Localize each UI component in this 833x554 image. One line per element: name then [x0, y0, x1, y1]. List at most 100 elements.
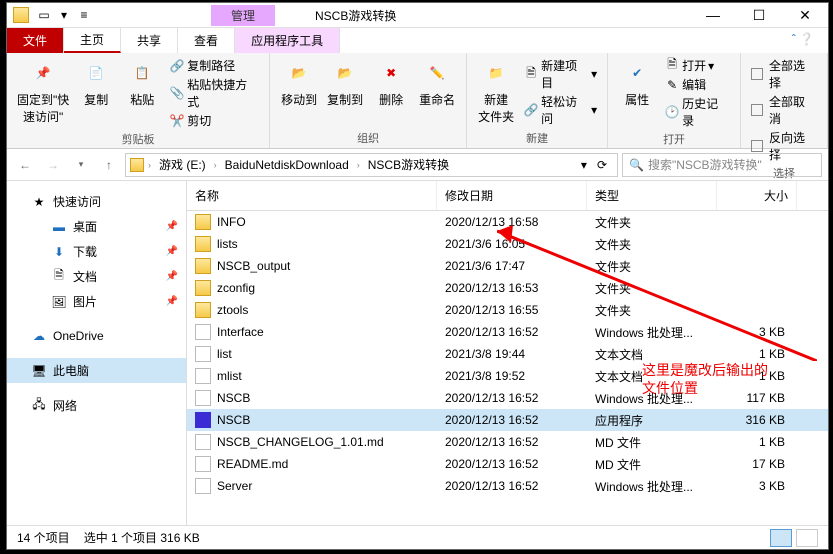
pin-icon: 📌 [166, 246, 178, 257]
sidebar-documents[interactable]: 🗎文档📌 [7, 264, 186, 289]
maximize-button[interactable]: ☐ [736, 3, 782, 28]
minimize-button[interactable]: — [690, 3, 736, 28]
pin-to-quick-access-button[interactable]: 📌固定到"快 速访问" [17, 57, 69, 125]
file-row[interactable]: zconfig2020/12/13 16:53文件夹 [187, 277, 828, 299]
details-view-button[interactable] [770, 529, 792, 547]
file-date: 2020/12/13 16:52 [437, 457, 587, 471]
delete-button[interactable]: ✖删除 [372, 57, 410, 108]
titlebar: ▭ ▾ ≡ 管理 NSCB游戏转换 — ☐ ✕ [7, 3, 828, 28]
rename-button[interactable]: ✏️重命名 [418, 57, 456, 108]
tab-share[interactable]: 共享 [121, 28, 178, 53]
file-icon [195, 478, 211, 494]
sidebar-network[interactable]: 🖧网络 [7, 393, 186, 418]
ribbon-group-organize: 组织 [357, 128, 379, 146]
ribbon: 📌固定到"快 速访问" 📄复制 📋粘贴 🔗复制路径 📎粘贴快捷方式 ✂️剪切 剪… [7, 53, 828, 149]
copy-path-button[interactable]: 🔗复制路径 [169, 57, 259, 74]
qat-properties-icon[interactable]: ▭ [37, 8, 51, 22]
sidebar-downloads[interactable]: ⬇下载📌 [7, 239, 186, 264]
pin-icon: 📌 [166, 271, 178, 282]
breadcrumb-segment[interactable]: 游戏 (E:) [155, 156, 210, 173]
qat-new-folder-icon[interactable]: ▾ [57, 8, 71, 22]
open-button[interactable]: 🗎打开 ▾ [664, 57, 730, 74]
file-row[interactable]: lists2021/3/6 16:05文件夹 [187, 233, 828, 255]
column-type[interactable]: 类型 [587, 181, 717, 210]
file-row[interactable]: README.md2020/12/13 16:52MD 文件17 KB [187, 453, 828, 475]
contextual-tab-header: 管理 [211, 5, 275, 26]
select-none-button[interactable]: 全部取消 [751, 93, 817, 127]
file-size: 1 KB [717, 435, 797, 449]
file-row[interactable]: Server2020/12/13 16:52Windows 批处理...3 KB [187, 475, 828, 497]
file-row[interactable]: mlist2021/3/8 19:52文本文档1 KB [187, 365, 828, 387]
cut-button[interactable]: ✂️剪切 [169, 112, 259, 129]
column-name[interactable]: 名称 [187, 181, 437, 210]
sidebar-quick-access[interactable]: ★快速访问 [7, 189, 186, 214]
qat-overflow-icon[interactable]: ≡ [77, 8, 91, 22]
paste-button[interactable]: 📋粘贴 [123, 57, 161, 108]
file-row[interactable]: INFO2020/12/13 16:58文件夹 [187, 211, 828, 233]
history-button[interactable]: 🕑历史记录 [664, 95, 730, 129]
tab-app-tools[interactable]: 应用程序工具 [235, 28, 340, 53]
file-name: Server [217, 479, 252, 493]
file-type: 应用程序 [587, 412, 717, 429]
file-row[interactable]: NSCB_output2021/3/6 17:47文件夹 [187, 255, 828, 277]
tab-file[interactable]: 文件 [7, 28, 64, 53]
file-type: MD 文件 [587, 456, 717, 473]
ribbon-group-new: 新建 [526, 128, 548, 146]
tab-home[interactable]: 主页 [64, 28, 121, 53]
file-type: 文件夹 [587, 236, 717, 253]
sidebar-desktop[interactable]: ▬桌面📌 [7, 214, 186, 239]
icons-view-button[interactable] [796, 529, 818, 547]
file-date: 2020/12/13 16:58 [437, 215, 587, 229]
breadcrumb[interactable]: › 游戏 (E:)› BaiduNetdiskDownload› NSCB游戏转… [125, 153, 618, 177]
document-icon: 🗎 [51, 269, 67, 285]
sidebar-pictures[interactable]: 🖼图片📌 [7, 289, 186, 314]
copy-button[interactable]: 📄复制 [77, 57, 115, 108]
select-all-button[interactable]: 全部选择 [751, 57, 817, 91]
back-button[interactable]: ← [13, 153, 37, 177]
move-to-button[interactable]: 📂移动到 [280, 57, 318, 108]
search-input[interactable]: 🔍 搜索"NSCB游戏转换" [622, 153, 822, 177]
up-button[interactable]: ↑ [97, 153, 121, 177]
new-item-button[interactable]: 🗎新建项目 ▾ [523, 57, 597, 91]
file-name: ztools [217, 303, 248, 317]
file-size: 3 KB [717, 479, 797, 493]
file-date: 2021/3/8 19:52 [437, 369, 587, 383]
easy-access-button[interactable]: 🔗轻松访问 ▾ [523, 93, 597, 127]
star-icon: ★ [31, 194, 47, 210]
column-size[interactable]: 大小 [717, 181, 797, 210]
file-row[interactable]: NSCB2020/12/13 16:52应用程序316 KB [187, 409, 828, 431]
help-button[interactable]: ˆ ❔ [778, 28, 828, 53]
new-folder-button[interactable]: 📁新建 文件夹 [477, 57, 515, 125]
file-row[interactable]: list2021/3/8 19:44文本文档1 KB [187, 343, 828, 365]
file-date: 2020/12/13 16:52 [437, 413, 587, 427]
file-row[interactable]: Interface2020/12/13 16:52Windows 批处理...3… [187, 321, 828, 343]
file-size: 117 KB [717, 391, 797, 405]
recent-locations-button[interactable]: ▾ [69, 153, 93, 177]
file-type: Windows 批处理... [587, 390, 717, 407]
file-row[interactable]: NSCB_CHANGELOG_1.01.md2020/12/13 16:52MD… [187, 431, 828, 453]
close-button[interactable]: ✕ [782, 3, 828, 28]
edit-button[interactable]: ✎编辑 [664, 76, 730, 93]
properties-button[interactable]: ✔属性 [618, 57, 656, 108]
pin-icon: 📌 [166, 221, 178, 232]
sidebar-onedrive[interactable]: ☁OneDrive [7, 324, 186, 348]
breadcrumb-segment[interactable]: BaiduNetdiskDownload [221, 158, 353, 172]
file-row[interactable]: NSCB2020/12/13 16:52Windows 批处理...117 KB [187, 387, 828, 409]
tab-view[interactable]: 查看 [178, 28, 235, 53]
file-row[interactable]: ztools2020/12/13 16:55文件夹 [187, 299, 828, 321]
file-name: NSCB [217, 413, 250, 427]
refresh-icon[interactable]: ⟳ [591, 158, 613, 172]
sidebar-this-pc[interactable]: 🖥此电脑 [7, 358, 186, 383]
forward-button[interactable]: → [41, 153, 65, 177]
status-item-count: 14 个项目 [17, 529, 70, 546]
file-name: mlist [217, 369, 242, 383]
paste-shortcut-button[interactable]: 📎粘贴快捷方式 [169, 76, 259, 110]
file-date: 2021/3/6 17:47 [437, 259, 587, 273]
copy-to-button[interactable]: 📂复制到 [326, 57, 364, 108]
file-name: lists [217, 237, 238, 251]
breadcrumb-segment[interactable]: NSCB游戏转换 [364, 156, 453, 173]
history-dropdown-icon[interactable]: ▾ [577, 158, 591, 172]
file-date: 2020/12/13 16:52 [437, 391, 587, 405]
sidebar: ★快速访问 ▬桌面📌 ⬇下载📌 🗎文档📌 🖼图片📌 ☁OneDrive 🖥此电脑… [7, 181, 187, 525]
column-date[interactable]: 修改日期 [437, 181, 587, 210]
